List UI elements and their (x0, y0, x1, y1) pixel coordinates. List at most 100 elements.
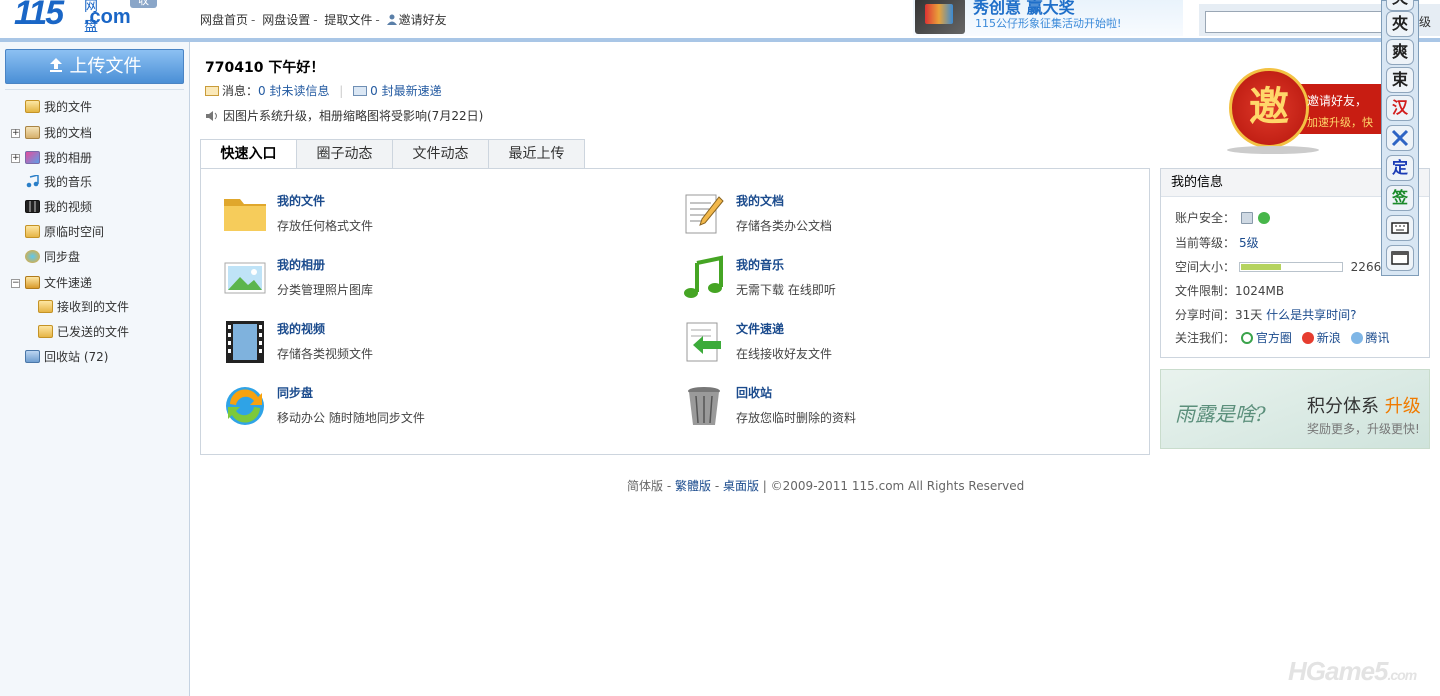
upload-icon (49, 58, 62, 72)
points-highlight: 升级 (1384, 396, 1421, 417)
tab-quick-access[interactable]: 快速入口 (200, 139, 297, 170)
entry-delivery[interactable]: 文件速递 在线接收好友文件 (681, 319, 1101, 369)
entry-video[interactable]: 我的视频 存储各类视频文件 (222, 319, 642, 369)
entry-desc: 存储各类视频文件 (277, 347, 374, 361)
invite-line2: 加速升级，快 (1307, 116, 1373, 129)
unread-messages-link[interactable]: 0 封未读信息 (258, 84, 329, 98)
invite-banner[interactable]: 邀 邀请好友， 加速升级，快 (1223, 66, 1383, 156)
entry-recycle-bin[interactable]: 回收站 存放您临时删除的资料 (681, 383, 1101, 433)
notice-link[interactable]: 因图片系统升级，相册缩略图将受影响(7月22日) (223, 109, 483, 123)
sidebar-item-label: 已发送的文件 (57, 325, 130, 339)
quick-access-panel: 我的文件 存放任何格式文件 我的文档 存储各类办公文档 我的相册 分类管理照片图… (200, 168, 1150, 455)
search-input[interactable] (1205, 11, 1385, 33)
nav-invite-link[interactable]: 邀请好友 (399, 13, 447, 27)
simplified-version: 简体版 (627, 479, 664, 493)
promo-banner[interactable]: 秀创意 赢大奖 115公仔形象征集活动开始啦! (913, 0, 1183, 36)
sidebar-item-received[interactable]: 接收到的文件 (38, 297, 129, 317)
entry-music[interactable]: 我的音乐 无需下载 在线即听 (681, 255, 1101, 305)
ime-key-shuang[interactable]: 爽 (1386, 39, 1414, 65)
follow-sina-link[interactable]: 新浪 (1317, 331, 1341, 345)
documents-icon (25, 126, 40, 139)
sidebar-item-delivery[interactable]: 文件速递 (25, 273, 92, 293)
ime-key[interactable]: 夾 (1386, 0, 1414, 11)
nav-extract-link[interactable]: 提取文件 (324, 13, 372, 27)
entry-album[interactable]: 我的相册 分类管理照片图库 (222, 255, 642, 305)
nav-home-link[interactable]: 网盘首页 (200, 13, 248, 27)
folder-icon (224, 199, 266, 231)
sync-icon (25, 250, 40, 263)
sidebar-item-documents[interactable]: 我的文档 (25, 123, 92, 143)
points-title: 积分体系 升级 (1307, 396, 1421, 417)
sidebar-item-temp-space[interactable]: 原临时空间 (25, 222, 104, 242)
expand-toggle[interactable]: + (11, 154, 20, 163)
tab-file-updates[interactable]: 文件动态 (392, 139, 489, 169)
sidebar-item-music[interactable]: 我的音乐 (25, 172, 92, 192)
security-label: 账户安全： (1175, 211, 1236, 225)
copyright: ©2009-2011 115.com All Rights Reserved (770, 479, 1025, 493)
promo-image (915, 0, 965, 34)
space-label: 空间大小： (1175, 260, 1236, 274)
collapse-toggle[interactable]: − (11, 279, 20, 288)
folder-icon (38, 300, 53, 313)
tab-recent-uploads[interactable]: 最近上传 (488, 139, 585, 169)
sidebar-item-album[interactable]: 我的相册 (25, 148, 92, 168)
follow-label: 关注我们： (1175, 331, 1236, 345)
ime-key-jia[interactable]: 夾 (1386, 11, 1414, 37)
limit-label: 文件限制： (1175, 284, 1236, 298)
sidebar-item-label: 我的相册 (44, 151, 93, 165)
entry-title: 我的文档 (736, 194, 785, 208)
tools-icon[interactable] (1386, 125, 1414, 151)
traditional-version-link[interactable]: 繁體版 (675, 479, 711, 493)
keyboard-icon[interactable] (1386, 215, 1414, 241)
sidebar-item-my-files[interactable]: 我的文件 (25, 97, 92, 117)
tencent-icon (1350, 332, 1363, 344)
follow-tencent-link[interactable]: 腾讯 (1366, 331, 1390, 345)
sidebar-item-label: 原临时空间 (44, 225, 105, 239)
new-deliveries-link[interactable]: 0 封最新速递 (370, 84, 441, 98)
entry-desc: 无需下载 在线即听 (736, 283, 836, 297)
level-link[interactable]: 5级 (1239, 236, 1259, 250)
entry-documents[interactable]: 我的文档 存储各类办公文档 (681, 191, 1101, 241)
system-notice: 因图片系统升级，相册缩略图将受影响(7月22日) (205, 107, 483, 124)
ime-key-shu[interactable]: 束 (1386, 67, 1414, 93)
entry-desc: 存放任何格式文件 (277, 219, 374, 233)
trash-icon (25, 350, 40, 363)
follow-official-link[interactable]: 官方圈 (1256, 331, 1292, 345)
sync-icon (226, 387, 264, 425)
sidebar-item-recycle-bin[interactable]: 回收站 (72) (25, 347, 108, 367)
entry-sync[interactable]: 同步盘 移动办公 随时随地同步文件 (222, 383, 642, 433)
window-icon[interactable] (1386, 245, 1414, 271)
sidebar-divider (5, 89, 184, 90)
sidebar-item-label: 同步盘 (44, 250, 81, 264)
entry-title: 我的文件 (277, 194, 326, 208)
ime-key-qian[interactable]: 签 (1386, 185, 1414, 211)
ime-key-han[interactable]: 汉 (1386, 95, 1414, 121)
expand-toggle[interactable]: + (11, 129, 20, 138)
sidebar-item-sync[interactable]: 同步盘 (25, 247, 80, 267)
sidebar: 上传文件 我的文件 + 我的文档 + 我的相册 我的音乐 我的视频 原临时空间 … (0, 42, 190, 696)
tab-circle-updates[interactable]: 圈子动态 (296, 139, 393, 169)
film-icon (25, 200, 40, 213)
edition-badge: 収藏版 (130, 0, 157, 35)
top-divider (0, 38, 1440, 42)
security-row: 账户安全： (1175, 209, 1273, 226)
nav-settings-link[interactable]: 网盘设置 (262, 13, 310, 27)
folder-icon (25, 100, 40, 113)
points-subtitle: 奖励更多，升级更快! (1307, 422, 1420, 436)
points-banner[interactable]: 雨露是啥? 积分体系 升级 奖励更多，升级更快! (1160, 369, 1430, 449)
trash-icon (688, 387, 720, 425)
follow-row: 关注我们： 官方圈 新浪 腾讯 (1175, 329, 1390, 346)
shield-icon[interactable] (1257, 212, 1270, 224)
ime-key-ding[interactable]: 定 (1386, 155, 1414, 181)
sidebar-item-video[interactable]: 我的视频 (25, 197, 92, 217)
share-help-link[interactable]: 什么是共享时间? (1266, 308, 1356, 322)
share-row: 分享时间：31天 什么是共享时间? (1175, 306, 1357, 323)
desktop-version-link[interactable]: 桌面版 (723, 479, 759, 493)
share-label: 分享时间： (1175, 308, 1236, 322)
promo-subtitle: 115公仔形象征集活动开始啦! (975, 17, 1122, 30)
upload-button[interactable]: 上传文件 (5, 49, 184, 84)
email-verified-icon[interactable] (1240, 212, 1253, 224)
entry-my-files[interactable]: 我的文件 存放任何格式文件 (222, 191, 642, 241)
sidebar-item-label: 文件速递 (44, 276, 93, 290)
sidebar-item-sent[interactable]: 已发送的文件 (38, 322, 129, 342)
